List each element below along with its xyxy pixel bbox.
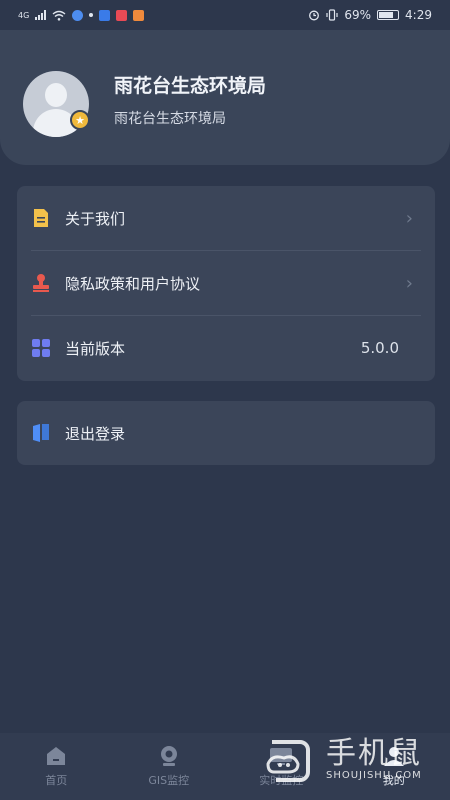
person-icon: [45, 83, 67, 107]
home-icon: [47, 747, 66, 765]
app-icon: [99, 9, 111, 21]
chevron-right-icon: ›: [405, 272, 413, 294]
game-app-icon: [133, 9, 145, 21]
tab-label-gis-monitor: GIS监控: [148, 774, 190, 787]
status-bar: 4G 69% 4:29: [0, 0, 450, 30]
watermark-url: SHOUJISHU.COM: [326, 769, 422, 781]
mouse-logo-icon: [266, 740, 310, 782]
menu-label-current-version: 当前版本: [65, 339, 126, 358]
stamp-icon: [33, 274, 49, 292]
star-icon: ★: [70, 110, 90, 130]
logout-button[interactable]: 退出登录: [17, 401, 435, 465]
settings-menu: 关于我们 › 隐私政策和用户协议 › 当前版本 5.0.0: [17, 186, 435, 381]
alarm-icon: [309, 10, 320, 21]
book-icon: [33, 424, 49, 442]
status-left: 4G: [18, 9, 145, 21]
signal-icon: [35, 10, 47, 20]
menu-item-about-us[interactable]: 关于我们 ›: [17, 186, 435, 250]
menu-item-current-version[interactable]: 当前版本 5.0.0: [17, 316, 435, 380]
battery-percent: 69%: [344, 8, 372, 22]
version-value: 5.0.0: [360, 339, 399, 357]
network-type: 4G: [18, 10, 30, 20]
shield-icon: [72, 9, 84, 21]
wifi-icon: [52, 10, 66, 21]
video-app-icon: [116, 9, 128, 21]
document-icon: [34, 209, 48, 227]
watermark: 手机鼠 SHOUJISHU.COM: [262, 728, 448, 790]
tab-label-home: 首页: [45, 774, 68, 787]
status-right: 69% 4:29: [308, 8, 432, 22]
tab-gis-monitor[interactable]: GIS监控: [113, 733, 226, 800]
vibrate-icon: [326, 9, 338, 21]
clock: 4:29: [405, 8, 432, 22]
notification-dot-icon: [89, 13, 94, 17]
camera-icon: [160, 746, 177, 766]
logout-row[interactable]: 退出登录: [17, 401, 435, 465]
grid-icon: [32, 339, 50, 357]
watermark-text: 手机鼠 SHOUJISHU.COM: [326, 735, 422, 781]
chevron-right-icon: ›: [405, 207, 413, 229]
menu-label-privacy-policy: 隐私政策和用户协议: [65, 274, 201, 293]
profile-card[interactable]: ★ 雨花台生态环境局 雨花台生态环境局: [0, 30, 450, 165]
menu-item-privacy-policy[interactable]: 隐私政策和用户协议 ›: [17, 251, 435, 315]
profile-name: 雨花台生态环境局: [114, 75, 267, 97]
tab-home[interactable]: 首页: [0, 733, 113, 800]
profile-subtitle: 雨花台生态环境局: [114, 111, 226, 127]
logout-label: 退出登录: [65, 424, 126, 443]
watermark-title: 手机鼠: [326, 735, 422, 771]
battery-icon: [377, 10, 400, 20]
menu-label-about-us: 关于我们: [65, 209, 126, 228]
